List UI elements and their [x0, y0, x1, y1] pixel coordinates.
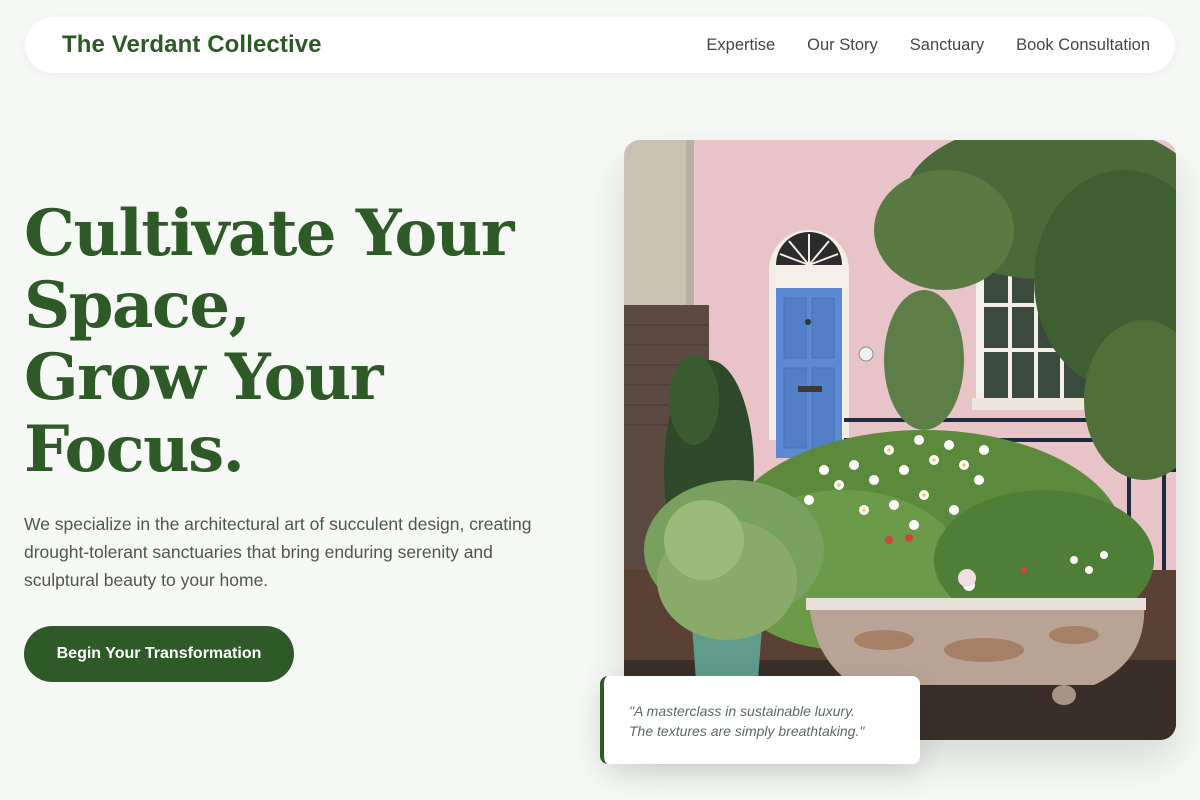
nav-link-our-story[interactable]: Our Story [807, 36, 878, 55]
testimonial-quote-line: "A masterclass in sustainable luxury. [629, 703, 855, 719]
hero-title-line: Space, [24, 268, 251, 343]
hero-title: Cultivate Your Space, Grow Your Focus. [24, 198, 584, 486]
nav-link-book-consultation[interactable]: Book Consultation [1016, 36, 1150, 55]
testimonial-quote-line: The textures are simply breathtaking." [629, 723, 865, 739]
nav-link-sanctuary[interactable]: Sanctuary [910, 36, 984, 55]
hero-title-line: Focus. [24, 412, 245, 487]
hero-title-line: Cultivate Your [24, 196, 514, 271]
brand-logo[interactable]: The Verdant Collective [62, 31, 322, 59]
hero-description: We specialize in the architectural art o… [24, 514, 532, 590]
testimonial-quote-card: "A masterclass in sustainable luxury. Th… [600, 676, 920, 764]
top-nav: The Verdant Collective Expertise Our Sto… [25, 17, 1175, 73]
nav-link-expertise[interactable]: Expertise [706, 36, 775, 55]
begin-transformation-button[interactable]: Begin Your Transformation [24, 626, 294, 682]
garden-doorway-illustration [624, 140, 1176, 740]
hero-image [624, 140, 1176, 740]
nav-links: Expertise Our Story Sanctuary Book Consu… [706, 36, 1150, 55]
hero-title-line: Grow Your [24, 340, 384, 415]
